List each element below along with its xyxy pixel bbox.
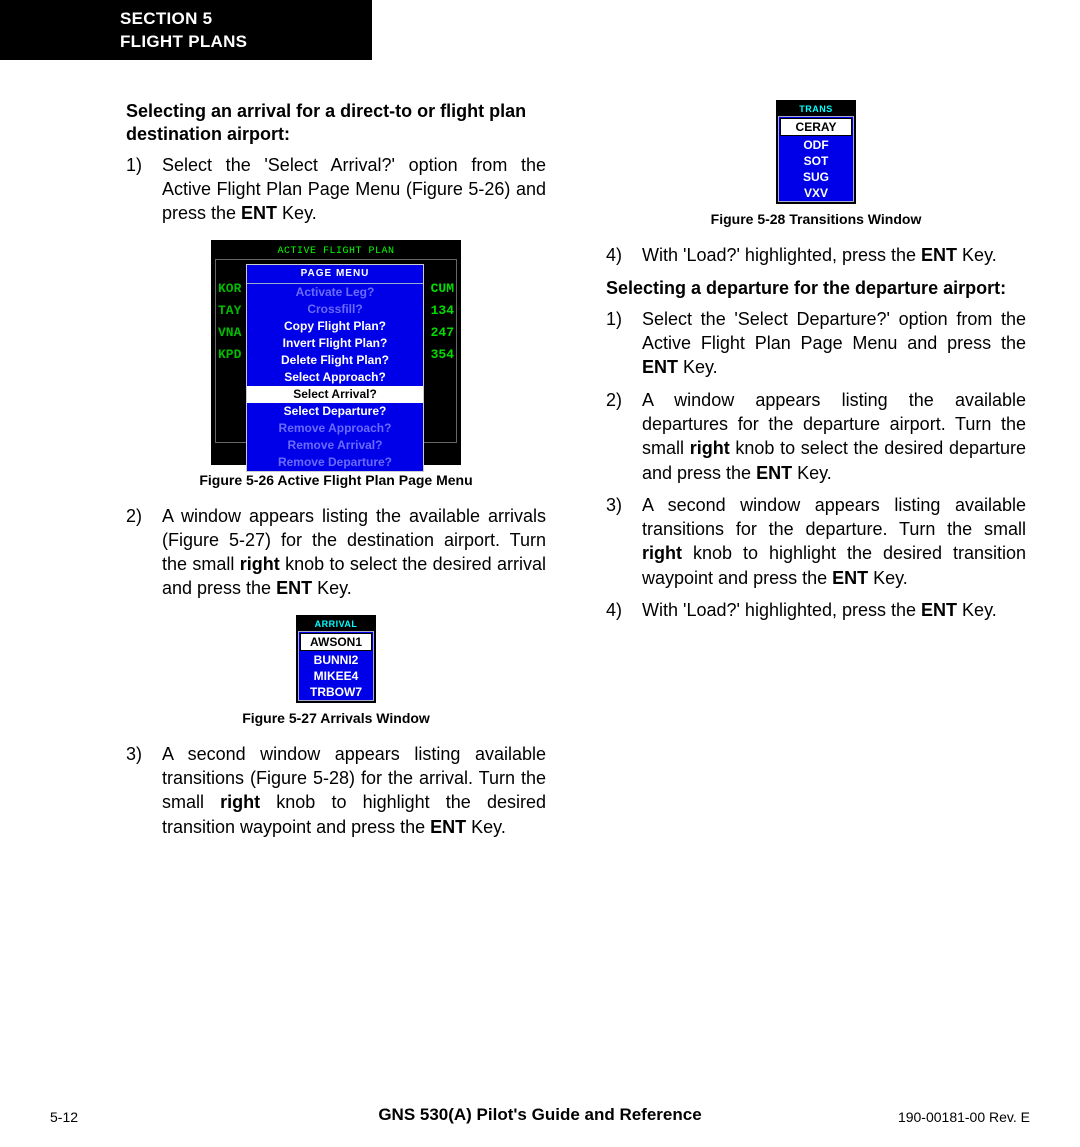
bg-right-3: 354 <box>431 344 454 366</box>
arrival-step-1: Select the 'Select Arrival?' option from… <box>126 153 546 226</box>
arrival-step4-list: With 'Load?' highlighted, press the ENT … <box>606 243 1026 267</box>
departure-heading: Selecting a departure for the departure … <box>606 277 1026 300</box>
departure-step1-b: Key. <box>678 357 718 377</box>
fig528-body: TRANS CERAYODFSOTSUGVXV <box>776 100 856 204</box>
arrival-steps-cont2: A second window appears listing availabl… <box>126 742 546 839</box>
arrival-step1-a: Select the 'Select Arrival?' option from… <box>162 155 546 224</box>
ent-key-label: ENT <box>832 568 868 588</box>
fig526-bg-right: CUM 134 247 354 <box>431 278 454 366</box>
ent-key-label: ENT <box>276 578 312 598</box>
fig528-list-item: VXV <box>779 185 853 201</box>
arrival-step3-c: Key. <box>466 817 506 837</box>
bg-left-0: KOR <box>218 278 241 300</box>
left-column: Selecting an arrival for a direct-to or … <box>126 100 546 847</box>
departure-step-1: Select the 'Select Departure?' option fr… <box>606 307 1026 380</box>
bg-right-1: 134 <box>431 300 454 322</box>
fig526-body: ACTIVE FLIGHT PLAN KOR TAY VNA KPD CUM 1… <box>211 240 461 465</box>
right-knob-label: right <box>220 792 260 812</box>
arrival-step-3: A second window appears listing availabl… <box>126 742 546 839</box>
footer-title: GNS 530(A) Pilot's Guide and Reference <box>0 1104 1080 1127</box>
fig526-page-menu: PAGE MENU Activate Leg?Crossfill?Copy Fl… <box>246 264 424 472</box>
fig527-header: ARRIVAL <box>298 617 374 631</box>
fig526-menu-item: Invert Flight Plan? <box>247 335 423 352</box>
ent-key-label: ENT <box>430 817 466 837</box>
fig527-list-item: AWSON1 <box>300 633 372 651</box>
fig527-list: AWSON1BUNNI2MIKEE4TRBOW7 <box>298 631 374 701</box>
arrival-step2-c: Key. <box>312 578 352 598</box>
departure-step-4: With 'Load?' highlighted, press the ENT … <box>606 598 1026 622</box>
fig528-caption: Figure 5-28 Transitions Window <box>606 210 1026 229</box>
arrival-step-4: With 'Load?' highlighted, press the ENT … <box>606 243 1026 267</box>
fig526-menu-item: Remove Approach? <box>247 420 423 437</box>
figure-5-28: TRANS CERAYODFSOTSUGVXV Figure 5-28 Tran… <box>606 100 1026 229</box>
departure-step-3: A second window appears listing availabl… <box>606 493 1026 590</box>
bg-right-2: 247 <box>431 322 454 344</box>
fig528-list-item: SOT <box>779 153 853 169</box>
fig526-menu-item: Crossfill? <box>247 301 423 318</box>
right-knob-label: right <box>690 438 730 458</box>
fig528-header: TRANS <box>778 102 854 116</box>
departure-step4-a: With 'Load?' highlighted, press the <box>642 600 921 620</box>
right-column: TRANS CERAYODFSOTSUGVXV Figure 5-28 Tran… <box>606 100 1026 847</box>
departure-step4-b: Key. <box>957 600 997 620</box>
fig526-menu-item: Select Approach? <box>247 369 423 386</box>
right-knob-label: right <box>642 543 682 563</box>
arrival-step-2: A window appears listing the available a… <box>126 504 546 601</box>
fig528-list-item: ODF <box>779 137 853 153</box>
departure-step2-c: Key. <box>792 463 832 483</box>
bg-left-3: KPD <box>218 344 241 366</box>
bg-right-0: CUM <box>431 278 454 300</box>
arrival-step1-b: Key. <box>277 203 317 223</box>
arrival-step4-a: With 'Load?' highlighted, press the <box>642 245 921 265</box>
page-footer: 5-12 GNS 530(A) Pilot's Guide and Refere… <box>0 1108 1080 1127</box>
arrival-steps: Select the 'Select Arrival?' option from… <box>126 153 546 226</box>
section-line1: SECTION 5 <box>120 8 372 31</box>
fig526-menu-items: Activate Leg?Crossfill?Copy Flight Plan?… <box>247 284 423 471</box>
ent-key-label: ENT <box>921 600 957 620</box>
fig527-list-item: BUNNI2 <box>299 652 373 668</box>
ent-key-label: ENT <box>642 357 678 377</box>
arrival-heading: Selecting an arrival for a direct-to or … <box>126 100 546 147</box>
arrival-step4-b: Key. <box>957 245 997 265</box>
figure-5-26: ACTIVE FLIGHT PLAN KOR TAY VNA KPD CUM 1… <box>126 240 546 490</box>
fig526-menu-item: Copy Flight Plan? <box>247 318 423 335</box>
departure-step3-c: Key. <box>868 568 908 588</box>
ent-key-label: ENT <box>921 245 957 265</box>
section-line2: FLIGHT PLANS <box>120 31 372 54</box>
fig526-menu-title: PAGE MENU <box>247 265 423 284</box>
fig527-list-item: MIKEE4 <box>299 668 373 684</box>
fig526-screen-title: ACTIVE FLIGHT PLAN <box>215 244 457 260</box>
fig528-list-item: SUG <box>779 169 853 185</box>
page-content: Selecting an arrival for a direct-to or … <box>126 100 1026 847</box>
fig526-menu-item: Select Departure? <box>247 403 423 420</box>
fig526-bg-left: KOR TAY VNA KPD <box>218 278 241 366</box>
departure-step1-a: Select the 'Select Departure?' option fr… <box>642 309 1026 353</box>
departure-step-2: A window appears listing the available d… <box>606 388 1026 485</box>
fig528-list-item: CERAY <box>780 118 852 136</box>
fig527-body: ARRIVAL AWSON1BUNNI2MIKEE4TRBOW7 <box>296 615 376 703</box>
fig528-list: CERAYODFSOTSUGVXV <box>778 116 854 202</box>
fig527-caption: Figure 5-27 Arrivals Window <box>126 709 546 728</box>
fig526-menu-item: Remove Arrival? <box>247 437 423 454</box>
fig526-menu-item: Select Arrival? <box>247 386 423 403</box>
fig526-menu-item: Delete Flight Plan? <box>247 352 423 369</box>
arrival-steps-cont1: A window appears listing the available a… <box>126 504 546 601</box>
fig526-area: KOR TAY VNA KPD CUM 134 247 354 PAGE MEN… <box>215 259 457 443</box>
bg-left-1: TAY <box>218 300 241 322</box>
fig526-menu-item: Activate Leg? <box>247 284 423 301</box>
ent-key-label: ENT <box>756 463 792 483</box>
departure-step3-a: A second window appears listing availabl… <box>642 495 1026 539</box>
right-knob-label: right <box>240 554 280 574</box>
figure-5-27: ARRIVAL AWSON1BUNNI2MIKEE4TRBOW7 Figure … <box>126 615 546 728</box>
bg-left-2: VNA <box>218 322 241 344</box>
section-header-block: SECTION 5 FLIGHT PLANS <box>0 0 372 60</box>
fig526-menu-item: Remove Departure? <box>247 454 423 471</box>
fig526-caption: Figure 5-26 Active Flight Plan Page Menu <box>126 471 546 490</box>
fig527-list-item: TRBOW7 <box>299 684 373 700</box>
departure-steps: Select the 'Select Departure?' option fr… <box>606 307 1026 623</box>
ent-key-label: ENT <box>241 203 277 223</box>
